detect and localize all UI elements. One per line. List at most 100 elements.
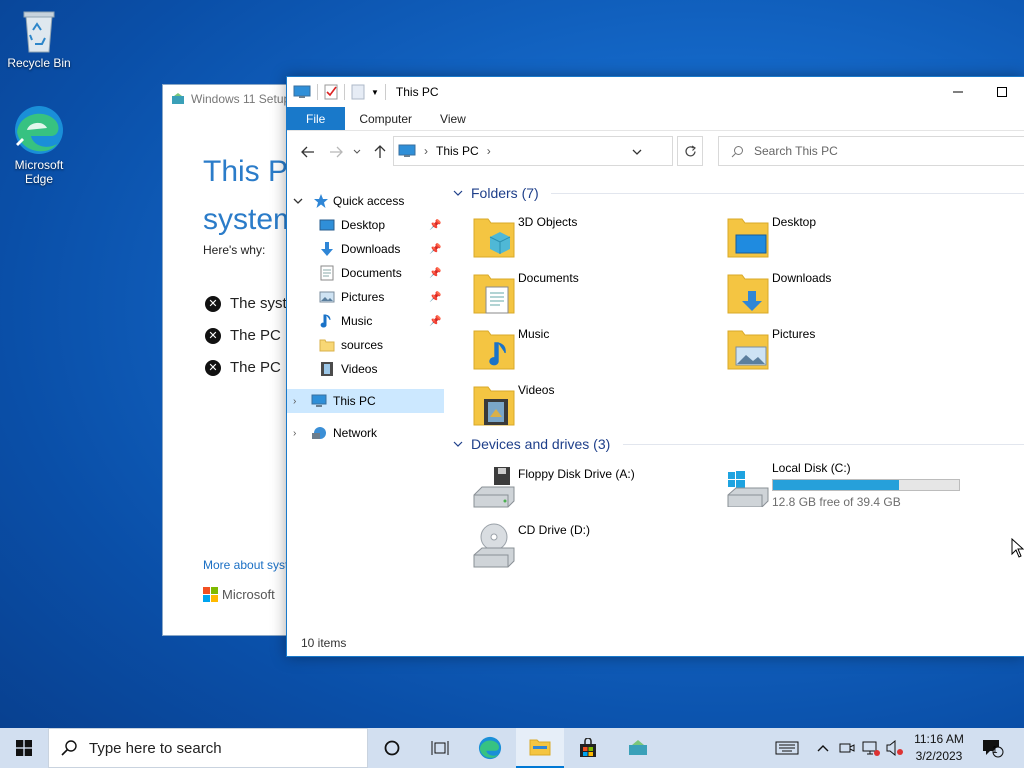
tab-computer[interactable]: Computer: [345, 107, 426, 130]
pin-icon[interactable]: 📌: [429, 268, 441, 279]
drives-group-header[interactable]: Devices and drives (3): [453, 436, 610, 452]
drive-tile-cd[interactable]: CD Drive (D:): [472, 521, 712, 573]
folders-group-header[interactable]: Folders (7): [453, 185, 539, 201]
taskbar-clock[interactable]: 11:16 AM 3/2/2023: [906, 731, 972, 765]
setup-title: Windows 11 Setup: [191, 92, 291, 106]
minimize-button[interactable]: [935, 77, 981, 107]
nav-item-this-pc[interactable]: › This PC: [287, 389, 444, 413]
pin-icon[interactable]: 📌: [429, 220, 441, 231]
group-divider: [623, 444, 1024, 445]
tab-view[interactable]: View: [426, 107, 480, 130]
picture-icon: [319, 291, 335, 303]
search-box[interactable]: Search This PC: [718, 136, 1024, 166]
nav-item-desktop[interactable]: Desktop 📌: [287, 213, 444, 237]
address-bar[interactable]: › This PC ›: [393, 136, 673, 166]
quick-access-toolbar: ▼: [293, 84, 386, 100]
cortana-circle-icon: [384, 740, 400, 756]
drive-tile-floppy[interactable]: Floppy Disk Drive (A:): [472, 465, 712, 517]
volume-button[interactable]: [884, 728, 906, 768]
show-hidden-icons-button[interactable]: [812, 728, 834, 768]
taskbar-file-explorer-button[interactable]: [516, 728, 564, 768]
new-folder-icon[interactable]: [351, 84, 365, 100]
star-icon: [314, 194, 328, 208]
breadcrumb-chevron-icon[interactable]: ›: [424, 144, 428, 158]
mouse-cursor-icon: [1011, 538, 1024, 558]
chevron-right-icon[interactable]: ›: [293, 396, 303, 407]
desktop-icon-label: Recycle Bin: [7, 56, 71, 70]
input-indicator-button[interactable]: [770, 728, 804, 768]
setup-reason: ✕ The PC m: [205, 359, 298, 376]
explorer-titlebar: ▼ This PC: [287, 77, 1024, 107]
properties-icon[interactable]: [324, 84, 338, 100]
file-explorer-window: ▼ This PC File Computer View › This PC ›…: [286, 76, 1024, 657]
recent-locations-button[interactable]: [350, 141, 364, 163]
task-view-button[interactable]: [416, 728, 464, 768]
start-button[interactable]: [0, 728, 48, 768]
forward-button[interactable]: [325, 141, 347, 163]
drive-tile-local-disk-c[interactable]: Local Disk (C:) 12.8 GB free of 39.4 GB: [726, 459, 966, 511]
pictures-folder-icon: [727, 330, 769, 370]
desktop-icon-label: Microsoft Edge: [14, 158, 64, 186]
desktop-icon-edge[interactable]: Microsoft Edge: [2, 104, 76, 186]
setup-icon: [629, 740, 647, 755]
address-history-dropdown[interactable]: [632, 145, 642, 159]
refresh-button[interactable]: [677, 136, 703, 166]
nav-item-videos[interactable]: Videos: [287, 357, 444, 381]
folder-tile-desktop[interactable]: Desktop: [726, 213, 966, 265]
taskbar-search-box[interactable]: Type here to search: [48, 728, 368, 768]
folder-tile-documents[interactable]: Documents: [472, 269, 712, 321]
network-status-button[interactable]: [860, 728, 882, 768]
desktop-icon: [319, 219, 335, 231]
desktop-folder-icon: [727, 218, 769, 258]
taskbar-setup-button[interactable]: [614, 728, 662, 768]
chevron-right-icon[interactable]: ›: [293, 428, 303, 439]
folder-tile-3d-objects[interactable]: 3D Objects: [472, 213, 712, 265]
desktop-icon-recycle-bin[interactable]: Recycle Bin: [2, 8, 76, 70]
taskbar-edge-button[interactable]: [466, 728, 514, 768]
store-bag-icon: [580, 738, 596, 757]
computer-icon[interactable]: [293, 85, 311, 99]
action-center-button[interactable]: 1: [978, 728, 1008, 768]
setup-more-link[interactable]: More about syst: [203, 558, 288, 572]
pin-icon[interactable]: 📌: [429, 244, 441, 255]
chevron-down-icon[interactable]: [293, 198, 303, 205]
back-button[interactable]: [297, 141, 319, 163]
toolbar-separator: [384, 84, 386, 100]
tab-file[interactable]: File: [287, 107, 346, 130]
nav-item-music[interactable]: Music 📌: [287, 309, 444, 333]
nav-item-network[interactable]: › Network: [287, 421, 444, 445]
nav-item-documents[interactable]: Documents 📌: [287, 261, 444, 285]
pin-icon[interactable]: 📌: [429, 316, 441, 327]
folder-tile-music[interactable]: Music: [472, 325, 712, 377]
nav-quick-access[interactable]: Quick access: [287, 189, 444, 213]
computer-icon: [398, 144, 416, 157]
microsoft-brand: Microsoft: [203, 587, 275, 602]
maximize-button[interactable]: [979, 77, 1024, 107]
taskbar-search-placeholder: Type here to search: [89, 739, 222, 757]
nav-item-pictures[interactable]: Pictures 📌: [287, 285, 444, 309]
videos-folder-icon: [473, 386, 515, 426]
search-icon: [61, 740, 77, 756]
chevron-down-icon: [632, 149, 642, 155]
file-explorer-icon: [529, 739, 551, 756]
refresh-icon: [684, 145, 696, 156]
customize-toolbar-chevron-icon[interactable]: ▼: [371, 88, 379, 97]
camera-icon: [839, 743, 855, 753]
search-icon: [731, 145, 743, 157]
chevron-down-icon: [353, 149, 361, 154]
breadcrumb-chevron-icon[interactable]: ›: [487, 144, 491, 158]
nav-item-downloads[interactable]: Downloads 📌: [287, 237, 444, 261]
folder-tile-downloads[interactable]: Downloads: [726, 269, 966, 321]
breadcrumb-this-pc[interactable]: This PC: [436, 144, 479, 158]
music-folder-icon: [473, 330, 515, 370]
up-button[interactable]: [369, 141, 391, 163]
taskbar-store-button[interactable]: [564, 728, 612, 768]
meet-now-button[interactable]: [836, 728, 858, 768]
3d-objects-folder-icon: [473, 218, 515, 258]
folder-tile-pictures[interactable]: Pictures: [726, 325, 966, 377]
cortana-button[interactable]: [368, 728, 416, 768]
pin-icon[interactable]: 📌: [429, 292, 441, 303]
folder-tile-videos[interactable]: Videos: [472, 381, 712, 433]
clock-time: 11:16 AM: [914, 732, 964, 746]
nav-item-sources[interactable]: sources: [287, 333, 444, 357]
